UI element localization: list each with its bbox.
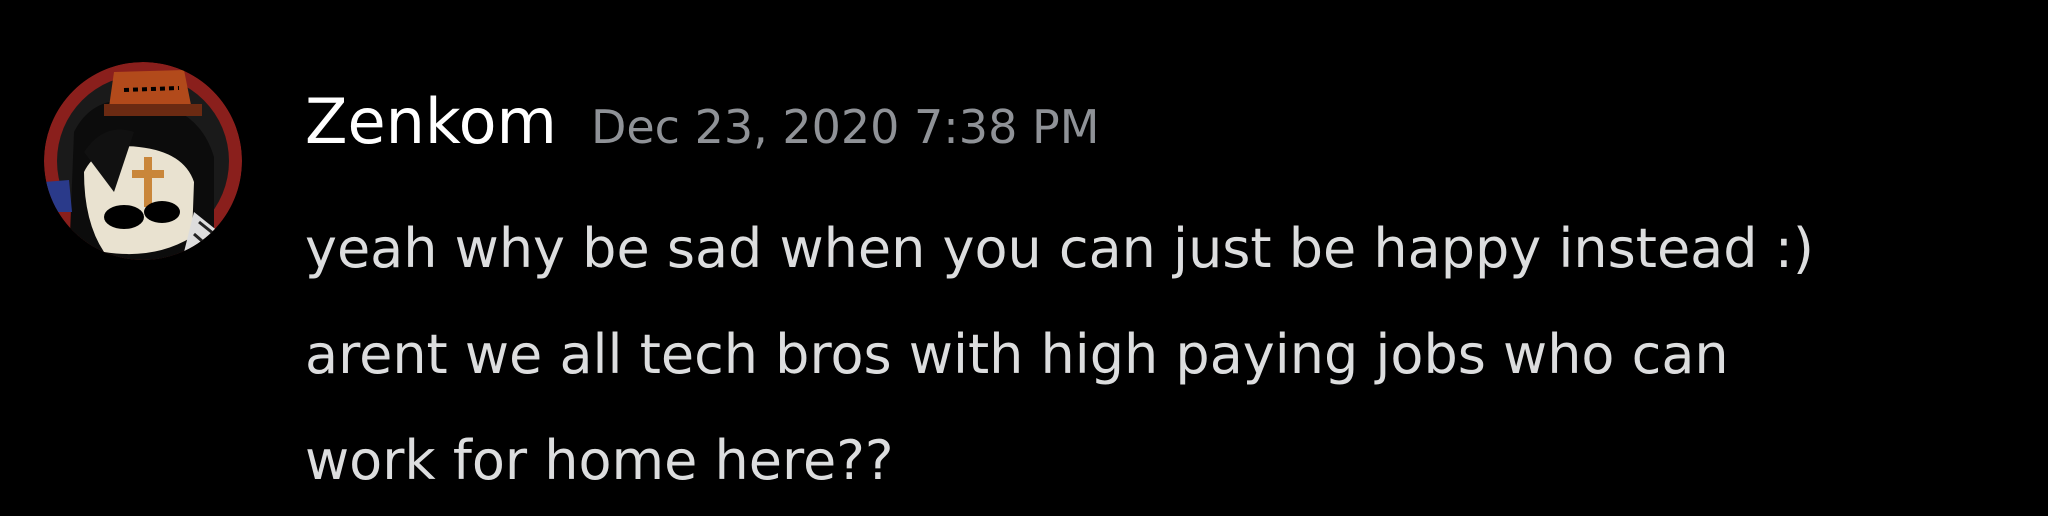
author-username[interactable]: Zenkom [305,82,557,162]
message-line: arent we all tech bros with high paying … [305,323,1729,386]
chat-message: Zenkom Dec 23, 2020 7:38 PM yeah why be … [0,0,2048,516]
user-avatar[interactable] [44,62,242,260]
avatar-drawing-icon [44,62,242,260]
message-line: work for home here?? [305,429,894,492]
message-content: yeah why be sad when you can just be hap… [305,196,2005,514]
message-timestamp: Dec 23, 2020 7:38 PM [590,100,1100,154]
message-line: yeah why be sad when you can just be hap… [305,217,1814,280]
message-header: Zenkom Dec 23, 2020 7:38 PM [305,82,1099,167]
